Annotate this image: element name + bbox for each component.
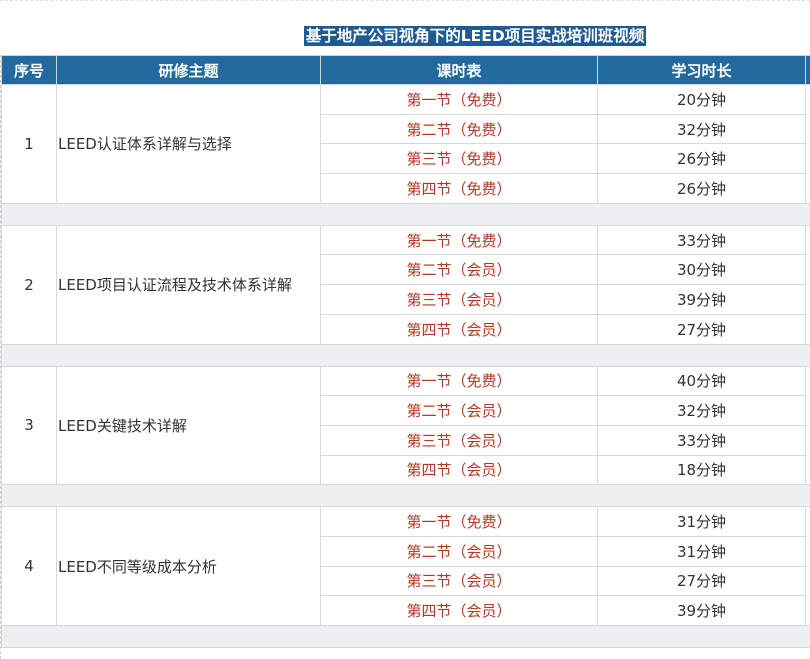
lesson-link[interactable]: 第二节（会员） bbox=[321, 396, 598, 426]
table-row: 1 LEED认证体系详解与选择 第一节（免费） 20分钟 2 bbox=[2, 85, 810, 115]
lesson-duration: 26分钟 bbox=[598, 174, 806, 204]
module-extra: 2 bbox=[806, 85, 810, 204]
lesson-link[interactable]: 第一节（免费） bbox=[321, 85, 598, 115]
module-number: 4 bbox=[2, 507, 57, 626]
lesson-link[interactable]: 第三节（会员） bbox=[321, 285, 598, 315]
lesson-duration: 31分钟 bbox=[598, 507, 806, 537]
lesson-duration: 39分钟 bbox=[598, 596, 806, 626]
lesson-link[interactable]: 第四节（会员） bbox=[321, 596, 598, 626]
lesson-duration: 32分钟 bbox=[598, 396, 806, 426]
lesson-duration: 26分钟 bbox=[598, 144, 806, 174]
page-title: 基于地产公司视角下的LEED项目实战培训班视频 bbox=[304, 26, 646, 46]
page-title-container: 基于地产公司视角下的LEED项目实战培训班视频 bbox=[0, 26, 810, 46]
lesson-link[interactable]: 第三节（会员） bbox=[321, 425, 598, 455]
table-body: 1 LEED认证体系详解与选择 第一节（免费） 20分钟 2 第二节（免费） 3… bbox=[2, 85, 810, 648]
lesson-link[interactable]: 第一节（免费） bbox=[321, 225, 598, 255]
lesson-link[interactable]: 第四节（会员） bbox=[321, 314, 598, 344]
table-row: 2 LEED项目认证流程及技术体系详解 第一节（免费） 33分钟 2 bbox=[2, 225, 810, 255]
table-header-row: 序号 研修主题 课时表 学习时长 bbox=[2, 56, 810, 85]
spacer-row bbox=[2, 344, 810, 366]
lesson-duration: 31分钟 bbox=[598, 536, 806, 566]
lesson-link[interactable]: 第二节（会员） bbox=[321, 536, 598, 566]
lesson-duration: 20分钟 bbox=[598, 85, 806, 115]
course-table: 序号 研修主题 课时表 学习时长 1 LEED认证体系详解与选择 第一节（免费）… bbox=[1, 55, 810, 648]
header-duration: 学习时长 bbox=[598, 56, 806, 85]
table-row: 3 LEED关键技术详解 第一节（免费） 40分钟 2 bbox=[2, 366, 810, 396]
module-number: 1 bbox=[2, 85, 57, 204]
lesson-link[interactable]: 第二节（会员） bbox=[321, 255, 598, 285]
lesson-duration: 27分钟 bbox=[598, 314, 806, 344]
lesson-duration: 39分钟 bbox=[598, 285, 806, 315]
module-topic: LEED不同等级成本分析 bbox=[57, 507, 321, 626]
lesson-link[interactable]: 第四节（免费） bbox=[321, 174, 598, 204]
lesson-duration: 33分钟 bbox=[598, 425, 806, 455]
header-extra bbox=[806, 56, 810, 85]
lesson-link[interactable]: 第二节（免费） bbox=[321, 114, 598, 144]
module-topic: LEED认证体系详解与选择 bbox=[57, 85, 321, 204]
spacer-row bbox=[2, 203, 810, 225]
lesson-duration: 33分钟 bbox=[598, 225, 806, 255]
header-schedule: 课时表 bbox=[321, 56, 598, 85]
module-extra: 2 bbox=[806, 366, 810, 485]
module-topic: LEED关键技术详解 bbox=[57, 366, 321, 485]
lesson-duration: 40分钟 bbox=[598, 366, 806, 396]
lesson-link[interactable]: 第四节（会员） bbox=[321, 455, 598, 485]
module-extra: 2 bbox=[806, 225, 810, 344]
top-divider bbox=[0, 0, 810, 4]
module-number: 2 bbox=[2, 225, 57, 344]
lesson-link[interactable]: 第三节（免费） bbox=[321, 144, 598, 174]
module-extra: 2 bbox=[806, 507, 810, 626]
module-number: 3 bbox=[2, 366, 57, 485]
table-row: 4 LEED不同等级成本分析 第一节（免费） 31分钟 2 bbox=[2, 507, 810, 537]
lesson-duration: 27分钟 bbox=[598, 566, 806, 596]
header-topic: 研修主题 bbox=[57, 56, 321, 85]
spacer-row bbox=[2, 485, 810, 507]
lesson-link[interactable]: 第一节（免费） bbox=[321, 507, 598, 537]
spacer-row bbox=[2, 626, 810, 648]
header-num: 序号 bbox=[2, 56, 57, 85]
lesson-link[interactable]: 第一节（免费） bbox=[321, 366, 598, 396]
lesson-duration: 30分钟 bbox=[598, 255, 806, 285]
lesson-duration: 18分钟 bbox=[598, 455, 806, 485]
lesson-link[interactable]: 第三节（会员） bbox=[321, 566, 598, 596]
module-topic: LEED项目认证流程及技术体系详解 bbox=[57, 225, 321, 344]
lesson-duration: 32分钟 bbox=[598, 114, 806, 144]
